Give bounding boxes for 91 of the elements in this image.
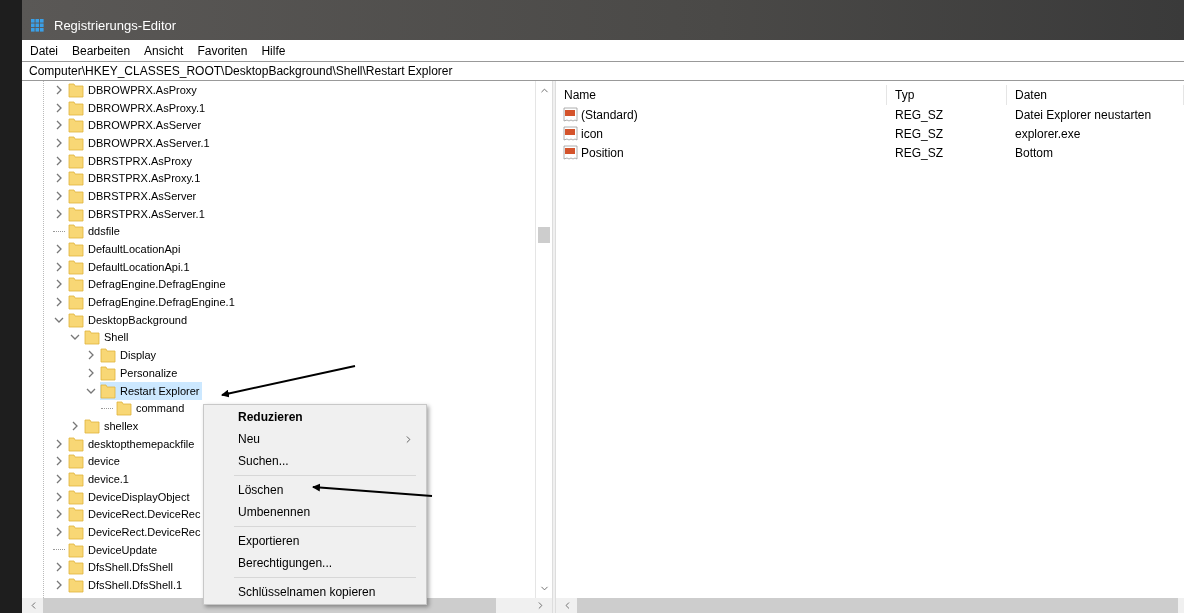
column-header[interactable]: Daten	[1007, 85, 1184, 105]
tree-item[interactable]: device	[68, 452, 123, 471]
registry-app-icon	[31, 18, 45, 32]
tree-item[interactable]: DeviceRect.DeviceRec	[68, 505, 204, 524]
folder-icon	[100, 382, 116, 399]
column-header[interactable]: Name	[556, 85, 887, 105]
tree-item[interactable]: DBRSTPRX.AsServer.1	[68, 204, 208, 223]
string-value-icon	[563, 144, 579, 161]
tree-item[interactable]: DBROWPRX.AsServer	[68, 116, 205, 135]
tree-item[interactable]: DeviceDisplayObject	[68, 487, 193, 506]
window-title: Registrierungs-Editor	[54, 17, 177, 33]
value-name: icon	[581, 126, 603, 141]
value-name: Position	[581, 145, 624, 160]
context-menu-item[interactable]: Suchen...	[206, 450, 424, 472]
folder-icon	[68, 258, 84, 275]
tree-item[interactable]: DesktopBackground	[68, 310, 191, 329]
value-data: Datei Explorer neustarten	[1014, 107, 1153, 122]
value-name: (Standard)	[581, 107, 638, 122]
folder-icon	[116, 400, 132, 417]
tree-item[interactable]: DfsShell.DfsShell.1	[68, 576, 186, 595]
tree-item[interactable]: device.1	[68, 469, 132, 488]
tree-item[interactable]: Restart Explorer	[100, 381, 203, 400]
tree-item[interactable]: DefaultLocationApi	[68, 240, 184, 259]
tree-item[interactable]: Shell	[84, 328, 132, 347]
folder-icon	[68, 99, 84, 116]
tree-item[interactable]: DBROWPRX.AsProxy	[68, 81, 200, 99]
column-header[interactable]: Typ	[887, 85, 1007, 105]
tree-item[interactable]: Display	[100, 346, 160, 365]
tree-item[interactable]: DBROWPRX.AsProxy.1	[68, 98, 209, 117]
folder-icon	[68, 559, 84, 576]
tree-item[interactable]: DeviceRect.DeviceRec	[68, 523, 204, 542]
folder-icon	[84, 417, 100, 434]
tree-item[interactable]: DefragEngine.DefragEngine.1	[68, 293, 238, 312]
menu-item[interactable]: Ansicht	[137, 43, 191, 58]
tree-item[interactable]: DefaultLocationApi.1	[68, 257, 193, 276]
tree-item[interactable]: shellex	[84, 416, 142, 435]
folder-icon	[68, 488, 84, 505]
context-menu-item[interactable]: Umbenennen	[206, 501, 424, 523]
folder-icon	[68, 170, 84, 187]
tree-item[interactable]: command	[116, 399, 188, 418]
folder-icon	[68, 152, 84, 169]
folder-icon	[68, 223, 84, 240]
folder-icon	[68, 276, 84, 293]
folder-icon	[84, 329, 100, 346]
tree-item[interactable]: desktopthemepackfile	[68, 434, 198, 453]
context-menu-item[interactable]: Berechtigungen...	[206, 552, 424, 574]
string-value-icon	[563, 106, 579, 123]
tree-item[interactable]: DeviceUpdate	[68, 540, 161, 559]
value-type: REG_SZ	[894, 145, 944, 160]
tree-item[interactable]: DefragEngine.DefragEngine	[68, 275, 229, 294]
menu-item[interactable]: Hilfe	[254, 43, 293, 58]
folder-icon	[68, 453, 84, 470]
tree-item[interactable]: DBRSTPRX.AsServer	[68, 186, 200, 205]
menu-item[interactable]: Bearbeiten	[65, 43, 138, 58]
tree-item[interactable]: Personalize	[100, 363, 181, 382]
vertical-scrollbar[interactable]	[535, 81, 552, 598]
context-menu-item[interactable]: Neu	[206, 428, 424, 450]
folder-icon	[68, 435, 84, 452]
folder-icon	[68, 311, 84, 328]
tree-item[interactable]: DBRSTPRX.AsProxy.1	[68, 169, 204, 188]
folder-icon	[100, 347, 116, 364]
folder-icon	[68, 134, 84, 151]
menu-item[interactable]: Datei	[23, 43, 65, 58]
context-menu-item[interactable]: Exportieren	[206, 530, 424, 552]
folder-icon	[68, 506, 84, 523]
folder-icon	[68, 577, 84, 594]
tree-item[interactable]: DBRSTPRX.AsProxy	[68, 151, 195, 170]
folder-icon	[68, 294, 84, 311]
value-type: REG_SZ	[894, 126, 944, 141]
value-data: Bottom	[1014, 145, 1054, 160]
value-type: REG_SZ	[894, 107, 944, 122]
tree-item[interactable]: DBROWPRX.AsServer.1	[68, 133, 213, 152]
folder-icon	[68, 117, 84, 134]
folder-icon	[68, 205, 84, 222]
folder-icon	[68, 241, 84, 258]
folder-icon	[100, 364, 116, 381]
folder-icon	[68, 81, 84, 98]
address-field[interactable]: Computer\HKEY_CLASSES_ROOT\DesktopBackground\Shell\Restart Explorer	[22, 61, 1184, 81]
folder-icon	[68, 470, 84, 487]
context-menu-item[interactable]: Reduzieren	[206, 406, 424, 428]
folder-icon	[68, 541, 84, 558]
folder-icon	[68, 187, 84, 204]
tree-item[interactable]: DfsShell.DfsShell	[68, 558, 176, 577]
context-menu-item[interactable]: Löschen	[206, 479, 424, 501]
folder-icon	[68, 524, 84, 541]
context-menu-item[interactable]: Schlüsselnamen kopieren	[206, 581, 424, 603]
scrollbar-thumb[interactable]	[538, 227, 550, 243]
menu-item[interactable]: Favoriten	[190, 43, 255, 58]
value-data: explorer.exe	[1014, 126, 1082, 141]
tree-item[interactable]: ddsfile	[68, 222, 123, 241]
string-value-icon	[563, 125, 579, 142]
